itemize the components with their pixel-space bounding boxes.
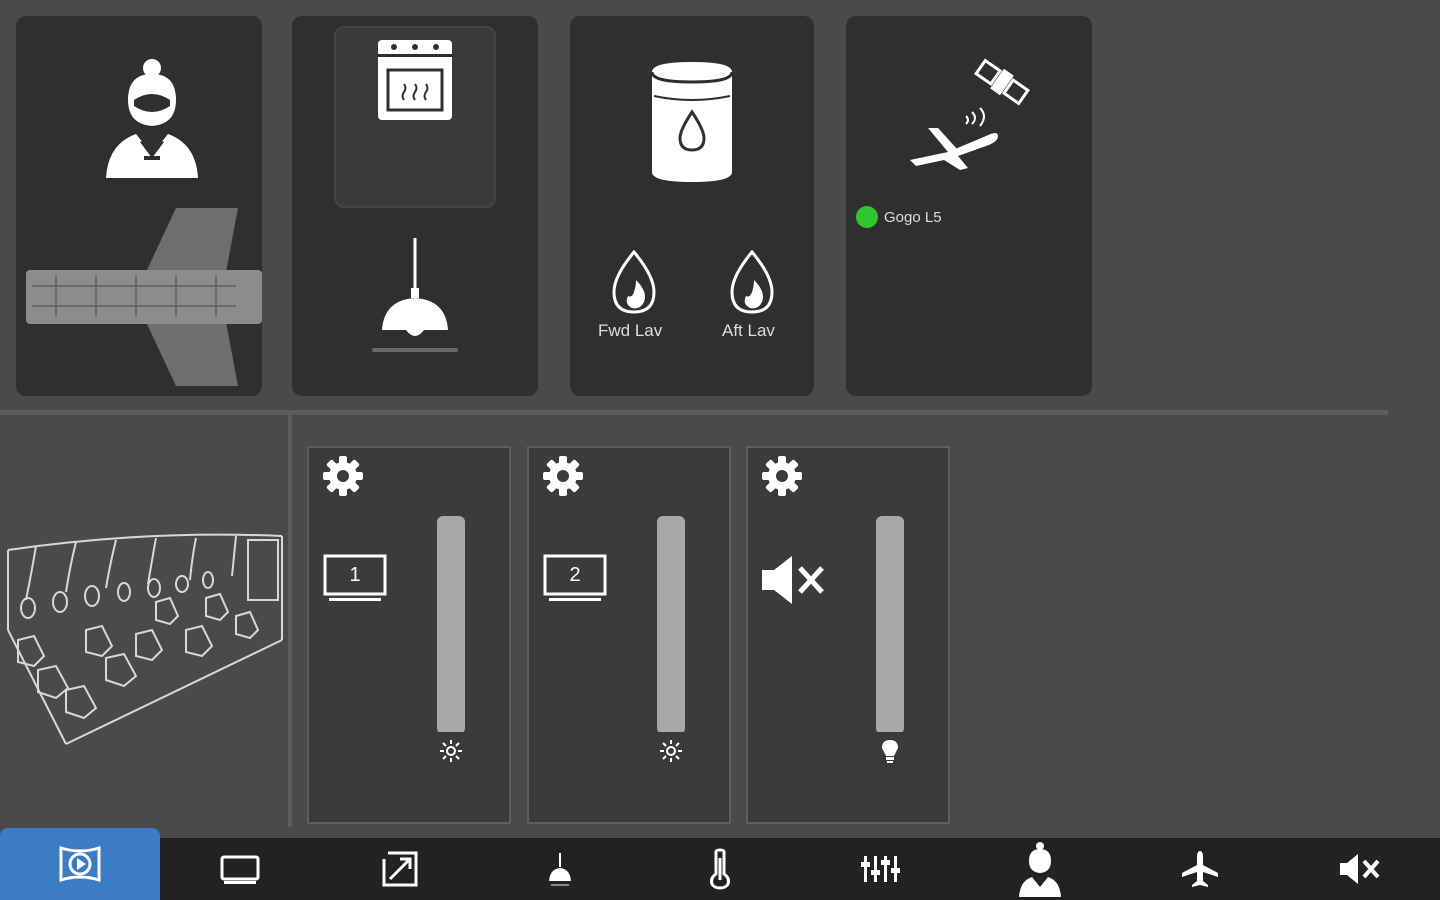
monitor-icon: [220, 855, 260, 884]
aft-lav-flame-icon[interactable]: [728, 250, 776, 316]
mixer-sliders-icon: [861, 856, 900, 882]
fwd-lav-label: Fwd Lav: [598, 321, 663, 340]
flight-attendant-icon: [100, 58, 204, 180]
aircraft-cabin-map-icon[interactable]: [26, 206, 262, 388]
brightness-slider-track[interactable]: [657, 516, 685, 734]
nav-audio-mixer[interactable]: [810, 838, 950, 900]
gear-icon[interactable]: [321, 454, 365, 498]
water-waste-panel[interactable]: Fwd Lav Aft Lav: [570, 16, 814, 396]
bottom-navigation-bar: [0, 828, 1440, 900]
gear-icon[interactable]: [760, 454, 804, 498]
monitor-icon: 2: [543, 554, 607, 602]
oven-button[interactable]: [334, 26, 496, 208]
mute-icon[interactable]: [760, 554, 828, 606]
nav-media[interactable]: [0, 828, 160, 900]
connectivity-status-label: Gogo L5: [884, 209, 942, 226]
nav-lighting[interactable]: [490, 838, 630, 900]
nav-mute[interactable]: [1290, 838, 1430, 900]
monitor-number: 2: [569, 564, 581, 586]
aft-lav-label: Aft Lav: [722, 321, 775, 340]
spotlight-icon: [878, 738, 902, 764]
vertical-divider: [288, 415, 292, 827]
nav-window-shade[interactable]: [330, 838, 470, 900]
nav-attendant[interactable]: [970, 838, 1110, 900]
brightness-icon: [659, 739, 683, 763]
water-tank-icon: [650, 60, 734, 184]
status-indicator: [856, 206, 878, 228]
nav-monitor[interactable]: [170, 838, 310, 900]
cabin-interior-illustration[interactable]: [6, 530, 288, 750]
nav-flight-info[interactable]: [1130, 838, 1270, 900]
fwd-lav-flame-icon[interactable]: [610, 250, 658, 316]
galley-panel[interactable]: [292, 16, 538, 396]
attendant-panel[interactable]: [16, 16, 262, 396]
nav-temperature[interactable]: [650, 838, 790, 900]
lamp-icon: [549, 853, 571, 886]
volume-slider-thumb[interactable]: [864, 732, 916, 770]
window-shade-icon: [382, 851, 418, 887]
pendant-lamp-icon[interactable]: [370, 238, 460, 356]
connectivity-panel[interactable]: Gogo L5: [846, 16, 1092, 396]
mute-icon: [1340, 854, 1380, 884]
media-play-icon: [59, 845, 101, 883]
brightness-icon: [439, 739, 463, 763]
oven-icon: [376, 38, 454, 122]
satellite-aircraft-icon: [906, 56, 1032, 174]
airplane-icon: [1182, 851, 1218, 887]
flight-attendant-icon: [1019, 842, 1061, 897]
zone-3-panel[interactable]: [746, 446, 950, 824]
monitor-number: 1: [349, 564, 361, 586]
brightness-slider-thumb[interactable]: [645, 732, 697, 770]
gear-icon[interactable]: [541, 454, 585, 498]
brightness-slider-track[interactable]: [437, 516, 465, 734]
monitor-icon: 1: [323, 554, 387, 602]
zone-2-panel[interactable]: 2: [527, 446, 731, 824]
thermometer-icon: [710, 848, 730, 890]
zone-1-panel[interactable]: 1: [307, 446, 511, 824]
section-divider: [0, 410, 1388, 415]
brightness-slider-thumb[interactable]: [425, 732, 477, 770]
volume-slider-track[interactable]: [876, 516, 904, 734]
